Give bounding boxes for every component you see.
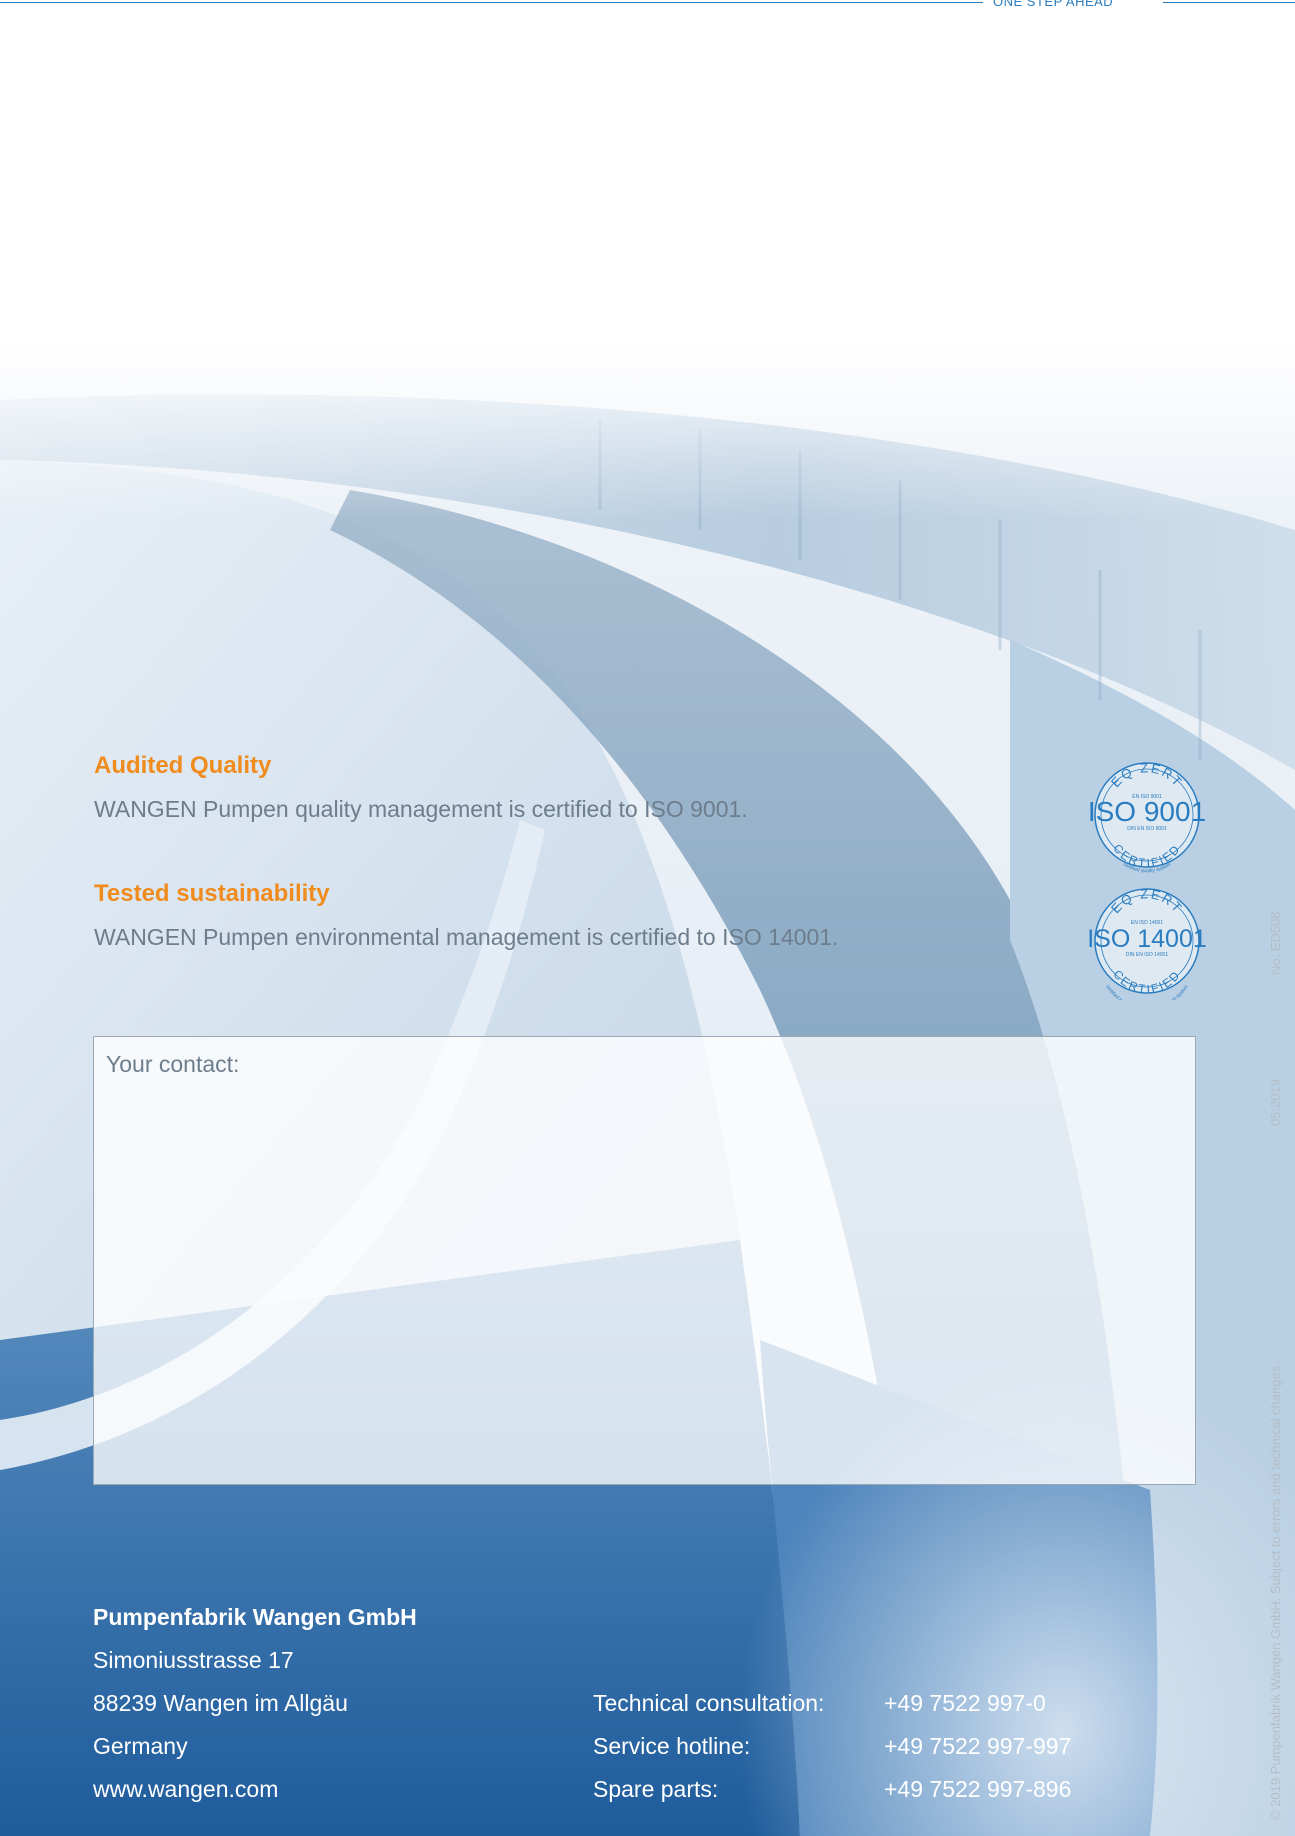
sustainability-text: WANGEN Pumpen environmental management i… [94,924,839,950]
doc-date: 05.2019 [1268,1079,1283,1126]
street: Simoniusstrasse 17 [93,1647,294,1673]
seal-main-text: ISO 14001 [1088,925,1206,953]
seal-standard2-text: DIN EN ISO 14001 [1126,952,1168,958]
company-name: Pumpenfabrik Wangen GmbH [93,1604,417,1630]
contact-label: Your contact: [106,1051,240,1077]
header-line-right [1163,2,1295,3]
service-label: Technical consultation: [593,1690,825,1716]
service-number: +49 7522 997-0 [884,1690,1046,1716]
website-link[interactable]: www.wangen.com [93,1776,278,1803]
country: Germany [93,1733,188,1759]
quality-text: WANGEN Pumpen quality management is cert… [94,796,748,822]
seal-standard2-text: DIN EN ISO 9001 [1127,826,1167,832]
iso-14001-seal: EQ ZERT EN ISO 14001 ISO 14001 DIN EN IS… [1088,886,1206,1000]
service-number: +49 7522 997-997 [884,1733,1072,1759]
city: 88239 Wangen im Allgäu [93,1690,348,1716]
copyright-notice: © 2019 Pumpenfabrik Wangen GmbH. Subject… [1268,1362,1283,1820]
header-rule: ONE STEP AHEAD [0,0,1295,12]
header-line-left [0,2,983,3]
service-label: Spare parts: [593,1776,719,1802]
service-label: Service hotline: [593,1733,751,1759]
sustainability-heading: Tested sustainability [94,880,330,907]
service-number: +49 7522 997-896 [884,1776,1072,1802]
contact-box: Your contact: [93,1036,1196,1485]
tagline: ONE STEP AHEAD [993,0,1114,9]
quality-heading: Audited Quality [94,752,272,779]
doc-number: No. ED508 [1268,911,1283,975]
seal-main-text: ISO 9001 [1088,796,1206,827]
iso-9001-seal: EQ ZERT EN ISO 9001 ISO 9001 DIN EN ISO … [1088,760,1206,874]
